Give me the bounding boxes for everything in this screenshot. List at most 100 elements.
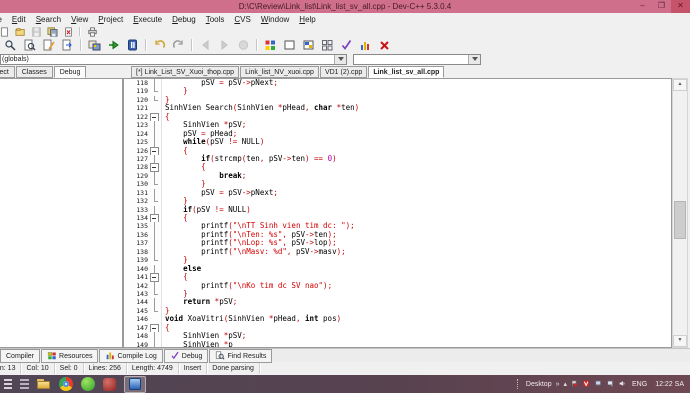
show-hidden-icons-icon[interactable]: ▴ xyxy=(564,380,568,388)
line-number: 140 xyxy=(124,265,150,273)
toolbar-gripper[interactable] xyxy=(517,379,520,389)
line-number: 120 xyxy=(124,96,150,104)
editor-tab-link-list-sv-all-cpp[interactable]: Link_list_sv_all.cpp xyxy=(368,66,444,78)
run-icon[interactable] xyxy=(104,37,123,54)
find-in-files-icon[interactable] xyxy=(20,37,39,54)
menu-project[interactable]: Project xyxy=(93,13,128,26)
restore-icon[interactable]: ❐ xyxy=(652,0,671,13)
taskbar-explorer-icon[interactable] xyxy=(37,377,51,391)
find-icon[interactable] xyxy=(1,37,20,54)
line-number: 122 xyxy=(124,113,150,121)
editor-panel: [*] Link_List_SV_Xuoi_thop.cppLink_list_… xyxy=(123,65,690,348)
fold-collapse-icon[interactable] xyxy=(150,147,162,155)
chevron-down-icon[interactable] xyxy=(334,55,346,64)
report-tab-label: Find Results xyxy=(227,353,266,360)
code-line: 139 } xyxy=(124,256,671,264)
report-tab-resources[interactable]: Resources xyxy=(41,349,98,363)
abort-icon[interactable] xyxy=(234,37,253,54)
replace-icon[interactable] xyxy=(39,37,58,54)
fold-margin xyxy=(150,239,162,247)
chevron-down-icon[interactable] xyxy=(468,55,480,64)
window-list-icon[interactable] xyxy=(318,37,337,54)
forward-icon[interactable] xyxy=(215,37,234,54)
fold-margin xyxy=(150,197,162,205)
desktop-toolbar-label[interactable]: Desktop xyxy=(526,381,552,388)
fold-collapse-icon[interactable] xyxy=(150,273,162,281)
fold-collapse-icon[interactable] xyxy=(150,324,162,332)
tray-display-icon[interactable] xyxy=(595,380,604,389)
menu-window[interactable]: Window xyxy=(256,13,294,26)
fold-collapse-icon[interactable] xyxy=(150,113,162,121)
line-number: 144 xyxy=(124,298,150,306)
toggle-bookmark-icon[interactable] xyxy=(280,37,299,54)
panel-tab-debug[interactable]: Debug xyxy=(54,66,87,78)
language-indicator[interactable]: ENG xyxy=(632,381,647,388)
profile-icon[interactable] xyxy=(356,37,375,54)
menu-tools[interactable]: Tools xyxy=(201,13,230,26)
status-field: Length: 4749 xyxy=(127,363,179,374)
taskbar-antivirus-icon[interactable] xyxy=(81,377,95,391)
system-tray: Desktop » ▴ ENG 12:22 SA xyxy=(517,379,690,389)
menu-help[interactable]: Help xyxy=(294,13,320,26)
vertical-scrollbar[interactable]: ▲ ▼ xyxy=(672,78,688,348)
menu-cvs[interactable]: CVS xyxy=(229,13,255,26)
line-number: 147 xyxy=(124,324,150,332)
scrollbar-thumb[interactable] xyxy=(674,201,686,239)
compile-icon[interactable] xyxy=(85,37,104,54)
goto-bookmark-icon[interactable] xyxy=(299,37,318,54)
tray-antivirus-tray-icon[interactable] xyxy=(583,380,592,389)
resources-icon xyxy=(47,351,57,362)
debug-program-icon[interactable] xyxy=(123,37,142,54)
menu-execute[interactable]: Execute xyxy=(128,13,167,26)
panel-tab-project[interactable]: Project xyxy=(0,66,15,78)
line-number: 118 xyxy=(124,79,150,87)
minimize-icon[interactable]: – xyxy=(633,0,652,13)
class-browser-combobox[interactable]: (globals) xyxy=(0,54,347,65)
clock[interactable]: 12:22 SA xyxy=(651,381,686,388)
tray-flag-icon[interactable] xyxy=(571,380,580,389)
taskbar-chrome-icon[interactable] xyxy=(59,377,73,391)
undo-icon[interactable] xyxy=(150,37,169,54)
fold-collapse-icon[interactable] xyxy=(150,214,162,222)
line-number: 132 xyxy=(124,197,150,205)
taskbar-devcpp-icon[interactable] xyxy=(124,376,146,393)
fold-margin xyxy=(150,248,162,256)
close-icon[interactable]: ✕ xyxy=(671,0,690,13)
fold-collapse-icon[interactable] xyxy=(150,163,162,171)
save-icon[interactable] xyxy=(28,25,44,38)
class-browser-value: (globals) xyxy=(2,56,29,63)
taskbar-tasklist-icon[interactable] xyxy=(4,379,12,391)
line-number: 133 xyxy=(124,206,150,214)
taskbar-app-icon[interactable] xyxy=(103,378,116,391)
fold-margin xyxy=(150,298,162,306)
chevron-right-icon[interactable]: » xyxy=(556,381,560,388)
report-tab-compile-log[interactable]: Compile Log xyxy=(99,349,162,363)
scroll-down-icon[interactable]: ▼ xyxy=(673,335,687,347)
insert-icon[interactable] xyxy=(261,37,280,54)
syntax-check-icon[interactable] xyxy=(337,37,356,54)
title-bar[interactable]: D:\C\Review\Link_list\Link_list_sv_all.c… xyxy=(0,0,690,13)
report-tab-find-results[interactable]: Find Results xyxy=(209,349,272,363)
editor-tab-link-list-sv-xuoi-thop-cpp[interactable]: [*] Link_List_SV_Xuoi_thop.cpp xyxy=(131,66,239,78)
scroll-up-icon[interactable]: ▲ xyxy=(673,79,687,91)
tray-volume-icon[interactable] xyxy=(619,380,628,389)
tray-network-icon[interactable] xyxy=(607,380,616,389)
panel-tab-classes[interactable]: Classes xyxy=(16,66,53,78)
redo-icon[interactable] xyxy=(169,37,188,54)
menu-debug[interactable]: Debug xyxy=(167,13,201,26)
member-combobox[interactable] xyxy=(353,54,481,65)
report-tab-debug[interactable]: Debug xyxy=(164,349,209,363)
code-editor[interactable]: 118 pSV = pSV->pNext;119 }120}121SinhVie… xyxy=(123,78,672,348)
windows-taskbar: Desktop » ▴ ENG 12:22 SA xyxy=(0,375,690,393)
fold-margin xyxy=(150,180,162,188)
fold-margin xyxy=(150,341,162,348)
delete-profile-icon[interactable] xyxy=(375,37,394,54)
left-panel-body[interactable] xyxy=(0,78,123,348)
report-tab-compiler[interactable]: Compiler xyxy=(0,349,40,363)
fold-margin xyxy=(150,79,162,87)
editor-tab-link-list-nv-xuoi-cpp[interactable]: Link_list_NV_xuoi.cpp xyxy=(240,66,319,78)
back-icon[interactable] xyxy=(196,37,215,54)
editor-tab-vd1-2-cpp[interactable]: VD1 (2).cpp xyxy=(320,66,367,78)
goto-line-icon[interactable] xyxy=(58,37,77,54)
taskbar-quicklaunch-icon[interactable] xyxy=(20,379,29,391)
